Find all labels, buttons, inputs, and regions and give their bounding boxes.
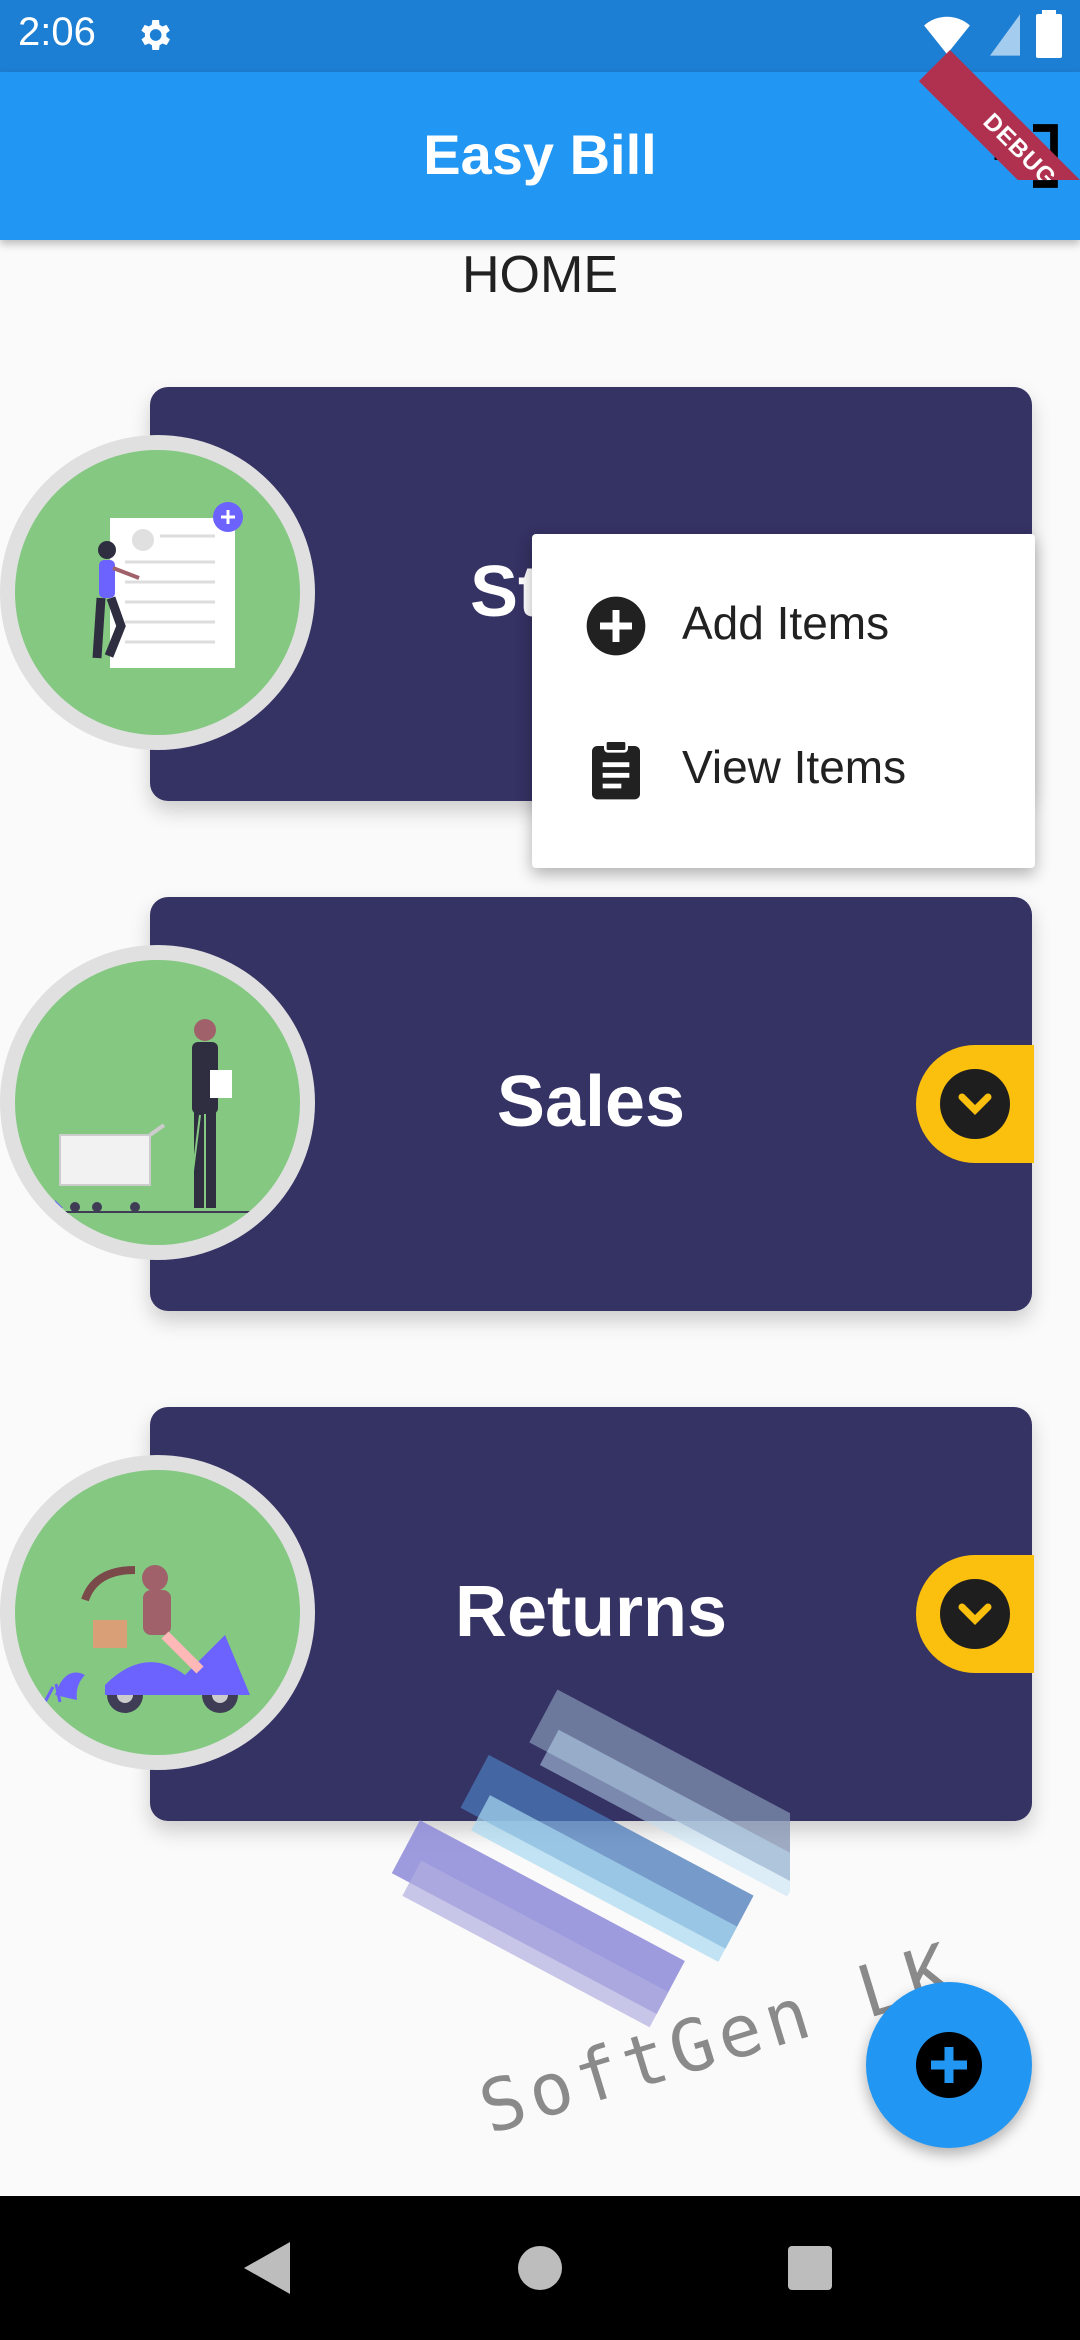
debug-label: DEBUG [918,50,1080,180]
clipboard-icon [592,739,640,800]
system-nav-bar [0,2196,1080,2340]
popup-menu: Add Items View Items [532,534,1035,868]
menu-item-add-items[interactable]: Add Items [532,554,1035,694]
card-sales-illustration-frame [0,945,315,1260]
add-circle-icon [586,596,646,656]
expand-tab[interactable] [916,1555,1034,1673]
page-heading: HOME [462,246,618,304]
document-person-illustration [15,450,300,735]
chevron-down-icon [940,1579,1010,1649]
add-circle-icon [916,2032,982,2098]
add-fab-button[interactable] [866,1982,1032,2148]
shopping-cart-person-illustration [15,960,300,1245]
recents-square-icon[interactable] [788,2246,832,2290]
card-returns-illustration-frame [0,1455,315,1770]
menu-item-view-items[interactable]: View Items [532,698,1035,838]
scooter-delivery-illustration [15,1470,300,1755]
card-stock-illustration-frame [0,435,315,750]
debug-banner: DEBUG [900,0,1080,180]
settings-gear-icon [141,20,170,50]
menu-item-label: View Items [682,741,907,793]
menu-item-label: Add Items [682,597,890,649]
chevron-down-icon [940,1069,1010,1139]
back-triangle-icon[interactable] [244,2242,290,2294]
status-time: 2:06 [18,10,96,54]
home-circle-icon[interactable] [518,2246,562,2290]
expand-tab[interactable] [916,1045,1034,1163]
